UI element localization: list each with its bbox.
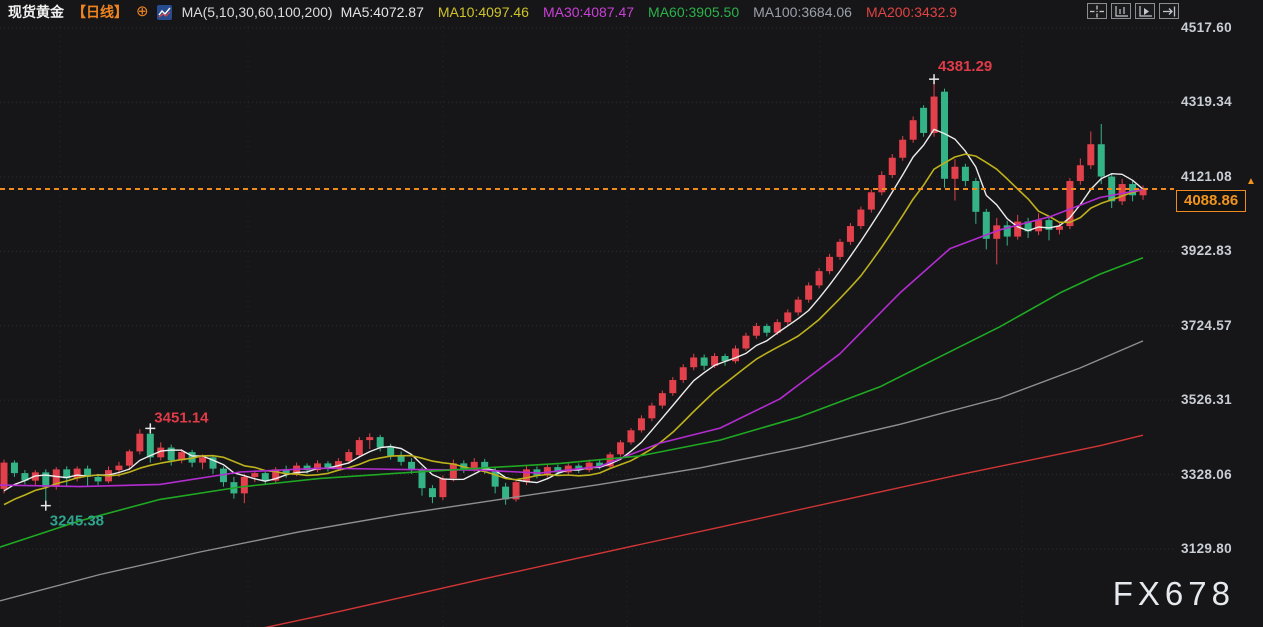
candle — [638, 418, 645, 430]
candle — [523, 469, 530, 482]
candle — [366, 437, 373, 440]
candle — [690, 357, 697, 367]
axis-price-label: 3922.83 — [1181, 243, 1232, 258]
extreme-price-annotation: 3245.38 — [50, 513, 104, 530]
candle — [586, 463, 593, 471]
candle — [826, 257, 833, 271]
ma-legend-item: MA30:4087.47 — [543, 4, 634, 20]
candle — [784, 312, 791, 322]
left-scale-icon[interactable] — [1111, 3, 1131, 19]
candle — [962, 167, 969, 181]
candle — [857, 210, 864, 227]
candle — [920, 108, 927, 133]
price-up-arrow-icon: ▲ — [1246, 176, 1256, 187]
crosshair-icon[interactable] — [1087, 3, 1107, 19]
candle — [889, 158, 896, 175]
axis-price-label: 4517.60 — [1181, 20, 1232, 35]
candle — [847, 226, 854, 242]
extreme-price-annotation: 3451.14 — [154, 409, 209, 426]
ma-legend-item: MA100:3684.06 — [753, 4, 852, 20]
candle — [617, 442, 624, 454]
candle — [899, 140, 906, 158]
timeframe-label[interactable]: 【日线】 — [72, 2, 128, 22]
watermark: FX678 — [1113, 575, 1235, 613]
candle — [659, 393, 666, 405]
axis-price-label: 3526.31 — [1181, 392, 1232, 407]
candle — [910, 120, 917, 140]
ma-line-MA200 — [250, 435, 1143, 627]
candle — [387, 448, 394, 456]
extreme-price-annotation: 4381.29 — [938, 58, 992, 75]
candle — [837, 242, 844, 257]
jump-to-latest-icon[interactable] — [1159, 3, 1179, 19]
candle — [345, 452, 352, 461]
candle — [680, 367, 687, 380]
candle — [931, 97, 938, 133]
ma-legend-item: MA5:4072.87 — [341, 4, 424, 20]
candlestick-chart[interactable]: 4381.29 3451.14 3245.38 — [0, 0, 1263, 627]
candle — [262, 473, 269, 481]
right-scale-icon[interactable] — [1135, 3, 1155, 19]
candle — [126, 451, 133, 465]
axis-price-label: 3724.57 — [1181, 318, 1232, 333]
ma-line-MA10 — [4, 154, 1143, 505]
candle — [199, 457, 206, 462]
axis-price-label: 3328.06 — [1181, 467, 1232, 482]
ma-line-MA30 — [0, 190, 1143, 487]
candle — [429, 488, 436, 497]
candle — [1087, 144, 1094, 165]
candle — [115, 466, 122, 471]
candle — [753, 326, 760, 336]
ma-legend: MA5:4072.87 MA10:4097.46 MA30:4087.47 MA60:… — [341, 4, 957, 20]
candle — [795, 300, 802, 313]
candle — [251, 473, 258, 477]
last-price-label: 4088.86 — [1176, 190, 1246, 212]
ma-line-MA60 — [0, 258, 1143, 547]
candle — [868, 192, 875, 209]
candle — [1098, 144, 1105, 176]
candle — [701, 357, 708, 365]
ma-legend-item: MA60:3905.50 — [648, 4, 739, 20]
candle — [816, 271, 823, 285]
symbol-name: 现货黄金 — [8, 2, 64, 22]
axis-price-label: 4121.08 — [1181, 169, 1232, 184]
candle — [972, 181, 979, 212]
candle — [11, 463, 18, 474]
ma-legend-item: MA10:4097.46 — [438, 4, 529, 20]
candle — [450, 463, 457, 478]
candle — [1035, 220, 1042, 231]
ma-group-label: MA(5,10,30,60,100,200) — [182, 4, 333, 20]
chart-app: 4381.29 3451.14 3245.38 现货黄金 【日线】 ⊕ MA(5,1… — [0, 0, 1263, 627]
candle — [669, 380, 676, 393]
candle — [628, 430, 635, 442]
candle — [95, 477, 102, 482]
candle — [763, 326, 770, 333]
candle — [805, 285, 812, 299]
ma-legend-item: MA200:3432.9 — [866, 4, 957, 20]
candle — [742, 336, 749, 349]
candle — [241, 477, 248, 494]
candle — [951, 167, 958, 179]
candle — [377, 437, 384, 448]
add-indicator-icon[interactable]: ⊕ — [136, 5, 149, 19]
candle — [398, 456, 405, 462]
candle — [419, 470, 426, 488]
candle — [648, 406, 655, 419]
chart-toolbar — [1087, 3, 1179, 19]
candle — [439, 478, 446, 497]
candle — [1077, 165, 1084, 181]
kline-chart-icon[interactable] — [157, 5, 172, 20]
candle — [356, 440, 363, 455]
chart-header: 现货黄金 【日线】 ⊕ MA(5,10,30,60,100,200) MA5:4… — [8, 0, 957, 24]
candle — [136, 434, 143, 452]
axis-price-label: 3129.80 — [1181, 541, 1232, 556]
axis-price-label: 4319.34 — [1181, 94, 1232, 109]
ma-line-MA5 — [4, 129, 1143, 490]
